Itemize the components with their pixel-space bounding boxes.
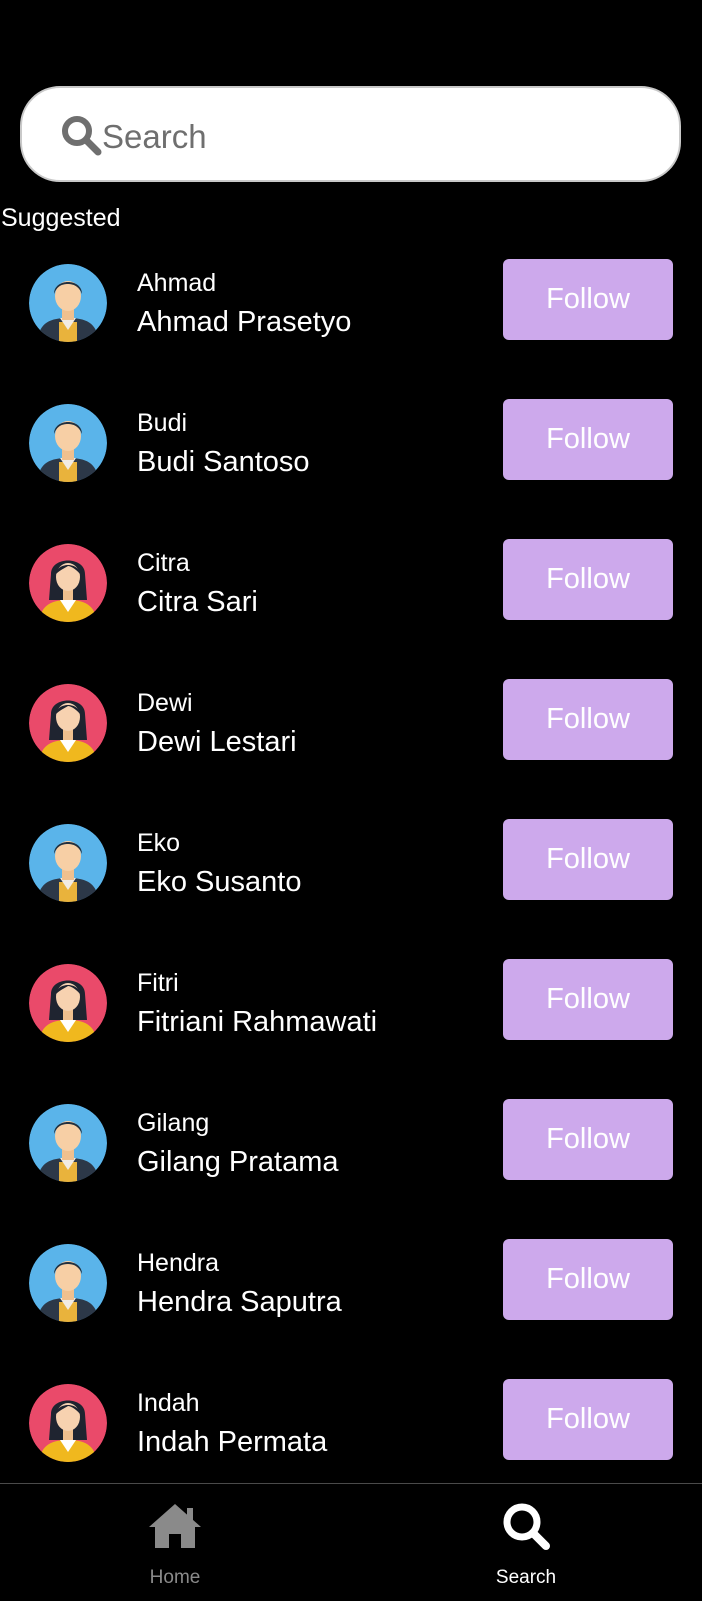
search-bar[interactable] bbox=[20, 86, 681, 182]
list-item: Fitri Fitriani Rahmawati Follow bbox=[0, 959, 702, 1102]
follow-button[interactable]: Follow bbox=[503, 399, 673, 480]
username: Citra bbox=[137, 549, 190, 577]
male-avatar-icon bbox=[29, 824, 107, 902]
list-item: Ahmad Ahmad Prasetyo Follow bbox=[0, 259, 702, 402]
username: Fitri bbox=[137, 969, 179, 997]
username: Gilang bbox=[137, 1109, 210, 1137]
list-item: Budi Budi Santoso Follow bbox=[0, 399, 702, 542]
section-title-suggested: Suggested bbox=[1, 204, 121, 232]
nav-home-label: Home bbox=[149, 1567, 201, 1588]
search-input[interactable] bbox=[100, 106, 644, 168]
home-icon bbox=[149, 1504, 201, 1548]
list-item: Citra Citra Sari Follow bbox=[0, 539, 702, 682]
list-item: Gilang Gilang Pratama Follow bbox=[0, 1099, 702, 1242]
username: Dewi bbox=[137, 689, 193, 717]
search-icon bbox=[503, 1503, 550, 1550]
username: Indah bbox=[137, 1389, 200, 1417]
follow-button[interactable]: Follow bbox=[503, 959, 673, 1040]
follow-button[interactable]: Follow bbox=[503, 1379, 673, 1460]
full-name: Ahmad Prasetyo bbox=[137, 306, 352, 338]
male-avatar-icon bbox=[29, 404, 107, 482]
username: Budi bbox=[137, 409, 188, 437]
male-avatar-icon bbox=[29, 1104, 107, 1182]
username: Eko bbox=[137, 829, 181, 857]
nav-search[interactable]: Search bbox=[426, 1484, 626, 1601]
follow-button[interactable]: Follow bbox=[503, 1099, 673, 1180]
list-item: Eko Eko Susanto Follow bbox=[0, 819, 702, 962]
full-name: Eko Susanto bbox=[137, 866, 302, 898]
list-item: Hendra Hendra Saputra Follow bbox=[0, 1239, 702, 1382]
male-avatar-icon bbox=[29, 1244, 107, 1322]
full-name: Dewi Lestari bbox=[137, 726, 297, 758]
nav-search-label: Search bbox=[495, 1567, 557, 1588]
follow-button[interactable]: Follow bbox=[503, 539, 673, 620]
full-name: Citra Sari bbox=[137, 586, 258, 618]
female-avatar-icon bbox=[29, 544, 107, 622]
full-name: Budi Santoso bbox=[137, 446, 310, 478]
female-avatar-icon bbox=[29, 1384, 107, 1462]
female-avatar-icon bbox=[29, 684, 107, 762]
follow-button[interactable]: Follow bbox=[503, 679, 673, 760]
follow-button[interactable]: Follow bbox=[503, 259, 673, 340]
username: Ahmad bbox=[137, 269, 217, 297]
suggested-users-list: Ahmad Ahmad Prasetyo Follow Budi Budi Sa… bbox=[0, 259, 702, 1522]
full-name: Gilang Pratama bbox=[137, 1146, 339, 1178]
follow-button[interactable]: Follow bbox=[503, 819, 673, 900]
full-name: Hendra Saputra bbox=[137, 1286, 342, 1318]
bottom-navigation: Home Search bbox=[0, 1483, 702, 1601]
full-name: Indah Permata bbox=[137, 1426, 328, 1458]
list-item: Dewi Dewi Lestari Follow bbox=[0, 679, 702, 822]
username: Hendra bbox=[137, 1249, 219, 1277]
full-name: Fitriani Rahmawati bbox=[137, 1006, 378, 1038]
male-avatar-icon bbox=[29, 264, 107, 342]
nav-home[interactable]: Home bbox=[75, 1484, 275, 1601]
female-avatar-icon bbox=[29, 964, 107, 1042]
follow-button[interactable]: Follow bbox=[503, 1239, 673, 1320]
search-icon bbox=[62, 116, 102, 156]
